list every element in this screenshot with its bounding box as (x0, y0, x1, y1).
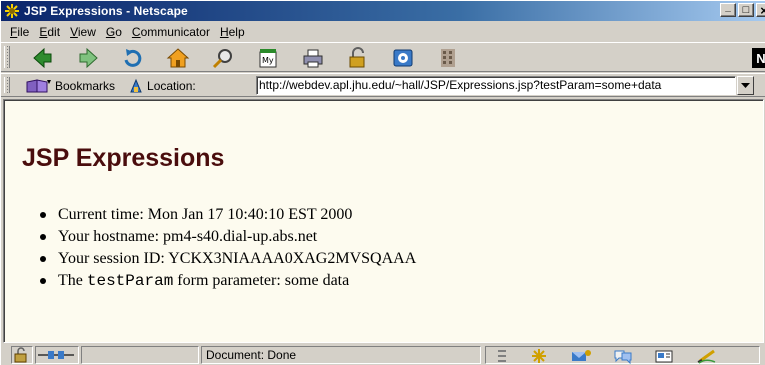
info-list: Current time: Mon Jan 17 10:40:10 EST 20… (39, 204, 417, 292)
hostname-label: Your hostname: (58, 228, 164, 245)
bookmarks-icon (25, 78, 51, 94)
security-status-cell[interactable] (11, 346, 33, 364)
status-bar: Document: Done (1, 344, 765, 365)
menu-communicator-key: C (131, 24, 141, 39)
mail-icon[interactable] (570, 348, 592, 364)
menu-communicator-label: ommunicator (140, 24, 210, 39)
location-label: Location: (147, 79, 196, 93)
url-history-dropdown-button[interactable] (737, 76, 754, 95)
current-time-label: Current time: (58, 206, 148, 223)
url-field[interactable]: http://webdev.apl.jhu.edu/~hall/JSP/Expr… (256, 76, 736, 95)
session-id-value: YCKX3NIAAAA0XAG2MVSQAAA (168, 250, 417, 267)
menu-edit-label: dit (47, 24, 61, 39)
list-item-test-param: The testParam form parameter: some data (39, 270, 416, 292)
component-bar-grip-icon[interactable] (496, 348, 508, 364)
list-item-session-id: Your session ID: YCKX3NIAAAA0XAG2MVSQAAA (39, 248, 417, 270)
component-bar-icons (486, 348, 738, 365)
test-param-code: testParam (86, 272, 174, 290)
netscape-app-icon (4, 3, 20, 19)
shop-icon[interactable] (391, 46, 415, 70)
back-icon[interactable] (31, 46, 55, 70)
menu-help-key: H (219, 24, 229, 39)
newsgroups-icon[interactable] (612, 348, 634, 365)
progress-cell (81, 346, 199, 364)
menu-file-label: ile (17, 24, 30, 39)
netscape-logo: N (752, 48, 765, 68)
menu-view-label: iew (77, 24, 96, 39)
title-bar[interactable]: JSP Expressions - Netscape _ □ × (1, 1, 765, 21)
menu-go-label: o (115, 24, 122, 39)
navigation-buttons: My (31, 46, 481, 70)
maximize-button[interactable]: □ (738, 3, 754, 17)
maximize-icon: □ (742, 3, 750, 16)
forward-icon[interactable] (76, 46, 100, 70)
minimize-button[interactable]: _ (720, 3, 736, 17)
composer-icon[interactable] (654, 348, 676, 364)
reload-icon[interactable] (121, 46, 145, 70)
menu-help-label: elp (228, 24, 245, 39)
menu-file[interactable]: File (5, 25, 34, 39)
location-toolbar-grip-handle[interactable] (4, 77, 10, 93)
home-icon[interactable] (166, 46, 190, 70)
window-title: JSP Expressions - Netscape (24, 4, 188, 18)
status-text: Document: Done (201, 346, 481, 364)
edit-pen-icon[interactable] (696, 348, 718, 364)
hostname-value: pm4-s40.dial-up.abs.net (163, 228, 318, 245)
menu-bar: File Edit View Go Communicator Help (1, 22, 765, 41)
close-button[interactable]: × (756, 3, 765, 17)
print-icon[interactable] (301, 46, 325, 70)
security-icon[interactable] (346, 46, 370, 70)
page-content[interactable]: JSP Expressions Current time: Mon Jan 17… (3, 99, 764, 343)
connection-status-cell[interactable] (35, 346, 79, 364)
menu-go[interactable]: Go (101, 25, 127, 39)
menu-communicator[interactable]: Communicator (127, 25, 215, 39)
menu-help[interactable]: Help (215, 25, 250, 39)
component-bar-cell (485, 346, 760, 365)
navigator-icon[interactable] (528, 348, 550, 364)
svg-text:My: My (262, 56, 274, 65)
list-item-hostname: Your hostname: pm4-s40.dial-up.abs.net (39, 226, 416, 248)
window-controls: _ □ × (718, 3, 765, 17)
menu-edit[interactable]: Edit (34, 25, 65, 39)
test-param-prefix: The (58, 272, 87, 289)
location-page-icon[interactable] (129, 78, 143, 94)
close-icon: × (760, 4, 765, 17)
toolbar-grip-handle[interactable] (4, 46, 10, 68)
stop-icon[interactable] (436, 46, 460, 70)
session-id-label: Your session ID: (58, 250, 169, 267)
bookmarks-button[interactable]: Bookmarks Location: (25, 77, 196, 95)
current-time-value: Mon Jan 17 10:40:10 EST 2000 (147, 206, 353, 223)
page-heading: JSP Expressions (22, 144, 225, 172)
browser-window: JSP Expressions - Netscape _ □ × File Ed… (0, 0, 765, 365)
lock-icon (14, 347, 27, 363)
bookmarks-label: Bookmarks (55, 79, 116, 93)
my-netscape-icon[interactable]: My (256, 46, 280, 70)
menu-go-key: G (105, 24, 116, 39)
connection-plug-icon (38, 351, 74, 359)
navigation-toolbar: My N (1, 42, 765, 72)
minimize-icon: _ (725, 2, 731, 13)
list-item-current-time: Current time: Mon Jan 17 10:40:10 EST 20… (39, 204, 416, 226)
location-toolbar: Bookmarks Location: http://webdev.apl.jh… (1, 73, 765, 97)
menu-view[interactable]: View (65, 25, 101, 39)
menu-view-key: V (70, 24, 78, 39)
chevron-down-icon (741, 82, 750, 88)
test-param-suffix: form parameter: some data (173, 272, 350, 289)
search-icon[interactable] (211, 46, 235, 70)
